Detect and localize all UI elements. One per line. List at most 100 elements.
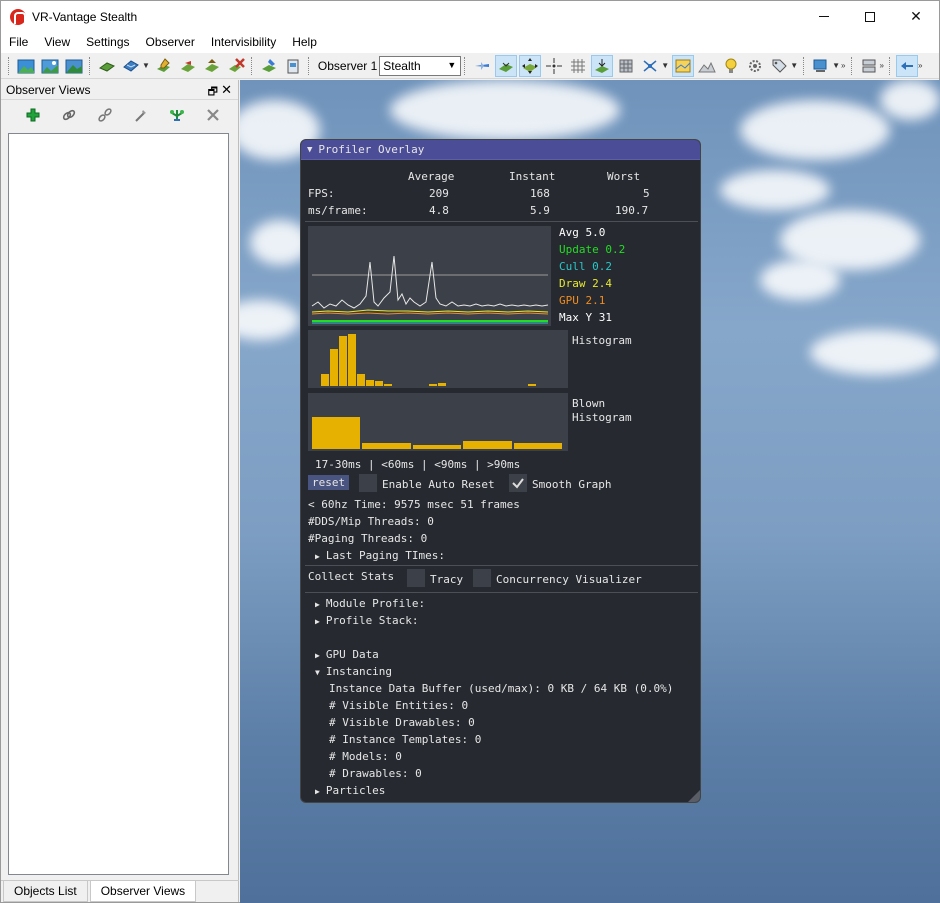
observer-mode-select[interactable]: Stealth — [379, 55, 462, 76]
profiler-title-bar[interactable]: ▼ Profiler Overlay — [301, 140, 700, 160]
auto-reset-checkbox[interactable] — [359, 474, 377, 492]
entity-attach-button[interactable] — [258, 55, 280, 77]
menu-view[interactable]: View — [36, 32, 78, 53]
dropdown-arrow-icon[interactable]: ▼ — [832, 61, 840, 70]
toolbar-grip[interactable] — [307, 56, 311, 75]
profile-stack-node[interactable]: ▶ Profile Stack: — [315, 614, 419, 627]
delete-entity-button[interactable] — [225, 55, 247, 77]
server-button[interactable] — [858, 55, 880, 77]
elevation-icon — [698, 61, 716, 72]
fps-instant: 168 — [530, 187, 550, 200]
entity-move-button[interactable] — [201, 55, 223, 77]
maximize-button[interactable] — [847, 1, 893, 32]
toolbar-grip[interactable] — [89, 56, 92, 75]
dropdown-arrow-icon[interactable]: ▼ — [790, 61, 798, 70]
menu-help[interactable]: Help — [284, 32, 325, 53]
toolbar-grip[interactable] — [8, 56, 11, 75]
scene-viewport[interactable]: ▼ Profiler Overlay Average Instant Worst… — [240, 80, 940, 903]
link-view-button[interactable] — [51, 103, 87, 127]
tab-observer-views[interactable]: Observer Views — [89, 881, 197, 902]
terrain-button[interactable] — [591, 54, 614, 77]
back-arrow-icon — [900, 61, 913, 70]
unlink-view-button[interactable] — [87, 103, 123, 127]
texture-button[interactable] — [615, 55, 637, 77]
map-button[interactable] — [672, 54, 695, 77]
observer-views-list[interactable] — [8, 133, 229, 875]
ground-vehicle-icon — [499, 62, 514, 72]
menu-file[interactable]: File — [1, 32, 36, 53]
histogram-bar — [429, 384, 437, 386]
toolbar-grip[interactable] — [803, 56, 806, 75]
toolbar-grip[interactable] — [250, 56, 254, 75]
record-button[interactable] — [282, 55, 304, 77]
recorder-icon — [287, 59, 299, 73]
network-icon — [643, 59, 657, 72]
grid-button[interactable] — [567, 55, 589, 77]
histogram-bar — [528, 384, 536, 386]
menu-bar: File View Settings Observer Intervisibil… — [1, 32, 939, 53]
close-button[interactable]: ✕ — [893, 1, 939, 32]
dds-mip-threads: #DDS/Mip Threads: 0 — [308, 515, 434, 528]
attach-mode-button[interactable] — [519, 54, 542, 77]
add-view-button[interactable] — [15, 103, 51, 127]
remove-view-button[interactable] — [195, 103, 231, 127]
sky-cloud — [390, 80, 620, 140]
terrain-icon — [595, 58, 610, 73]
reset-button[interactable]: reset — [308, 475, 350, 490]
toolbar-grip[interactable] — [888, 56, 892, 75]
network-button[interactable] — [639, 55, 661, 77]
server-icon — [862, 59, 875, 72]
minimize-button[interactable] — [801, 1, 847, 32]
observer-mode-value: Stealth — [383, 58, 421, 73]
settings-button[interactable] — [744, 55, 766, 77]
last-paging-times-node[interactable]: ▶ Last Paging TImes: — [315, 549, 445, 562]
avg-series-line — [311, 255, 549, 309]
instancing-node[interactable]: ▼ Instancing — [315, 665, 392, 678]
display-button[interactable] — [810, 55, 832, 77]
float-icon[interactable]: 🗗 — [208, 83, 218, 102]
open-scenario-button[interactable] — [15, 55, 37, 77]
elevation-button[interactable] — [696, 55, 718, 77]
menu-intervisibility[interactable]: Intervisibility — [203, 32, 284, 53]
smooth-graph-checkbox[interactable] — [509, 474, 527, 492]
lighting-button[interactable] — [720, 55, 742, 77]
tag-button[interactable] — [768, 55, 790, 77]
create-entity-button[interactable] — [96, 55, 118, 77]
menu-settings[interactable]: Settings — [78, 32, 137, 53]
toolbar-overflow-icon[interactable]: » — [841, 61, 845, 70]
ground-mode-button[interactable] — [495, 54, 518, 77]
gpu-data-node[interactable]: ▶ GPU Data — [315, 648, 379, 661]
entity-edit-button[interactable] — [153, 55, 175, 77]
collapse-triangle-icon[interactable]: ▼ — [307, 145, 312, 155]
edit-view-button[interactable] — [123, 103, 159, 127]
module-profile-node[interactable]: ▶ Module Profile: — [315, 597, 425, 610]
toolbar-grip[interactable] — [464, 56, 467, 75]
entity-tool-button[interactable] — [177, 55, 199, 77]
tracy-checkbox[interactable] — [407, 569, 425, 587]
histogram-bar — [438, 383, 446, 386]
expand-triangle-icon: ▶ — [315, 600, 320, 609]
legend-entry: Max Y 31 — [559, 311, 612, 324]
save-scenario-button[interactable] — [39, 55, 61, 77]
close-icon[interactable]: ✕ — [221, 82, 232, 98]
tab-objects-list[interactable]: Objects List — [3, 881, 88, 902]
toolbar-overflow-icon[interactable]: » — [918, 61, 922, 70]
fly-mode-button[interactable] — [471, 55, 493, 77]
toolbar-overflow-icon[interactable]: » — [880, 61, 884, 70]
map-icon — [675, 59, 691, 72]
entity-type-button[interactable] — [120, 55, 142, 77]
new-scenario-button[interactable] — [63, 55, 85, 77]
dropdown-arrow-icon[interactable]: ▼ — [661, 61, 669, 70]
resize-grip[interactable] — [688, 790, 700, 802]
menu-observer[interactable]: Observer — [138, 32, 203, 53]
back-button[interactable] — [895, 54, 918, 77]
toolbar-grip[interactable] — [850, 56, 854, 75]
entity-icon — [98, 61, 116, 72]
particles-node[interactable]: ▶ Particles — [315, 784, 385, 797]
concurrency-visualizer-checkbox[interactable] — [473, 569, 491, 587]
observer-label: Observer 1 — [317, 58, 378, 73]
focus-button[interactable] — [543, 55, 565, 77]
view-network-button[interactable] — [159, 103, 195, 127]
minimize-icon — [819, 16, 829, 17]
dropdown-arrow-icon[interactable]: ▼ — [142, 61, 150, 70]
